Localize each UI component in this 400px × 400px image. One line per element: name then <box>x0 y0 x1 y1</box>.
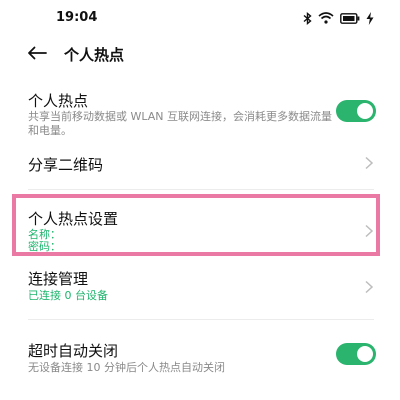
hotspot-toggle-description: 共享当前移动数据或 WLAN 互联网连接，会消耗更多数据流量和电量。 <box>28 110 333 137</box>
status-time: 19:04 <box>56 10 98 25</box>
toggle-knob <box>357 103 373 119</box>
connection-management-title: 连接管理 <box>28 270 89 288</box>
hotspot-toggle-item[interactable]: 个人热点 共享当前移动数据或 WLAN 互联网连接，会消耗更多数据流量和电量。 <box>0 86 400 146</box>
auto-off-title: 超时自动关闭 <box>28 342 119 360</box>
wifi-icon <box>318 12 334 24</box>
chevron-right-icon <box>364 155 374 170</box>
bluetooth-icon <box>303 11 312 25</box>
toggle-knob <box>357 346 373 362</box>
chevron-right-icon <box>364 279 374 294</box>
arrow-left-icon <box>27 45 47 64</box>
charging-icon <box>366 11 374 25</box>
header: 个人热点 <box>0 38 400 70</box>
status-icons <box>303 10 374 26</box>
hotspot-toggle-switch[interactable] <box>336 100 376 122</box>
battery-icon <box>340 12 360 24</box>
share-qr-title: 分享二维码 <box>28 156 104 174</box>
share-qr-item[interactable]: 分享二维码 <box>0 146 400 186</box>
section-divider <box>28 319 374 320</box>
auto-off-item[interactable]: 超时自动关闭 无设备连接 10 分钟后个人热点自动关闭 <box>0 336 400 380</box>
page-title: 个人热点 <box>64 46 125 64</box>
auto-off-description: 无设备连接 10 分钟后个人热点自动关闭 <box>28 361 225 374</box>
hotspot-toggle-title: 个人热点 <box>28 92 89 110</box>
auto-off-toggle-switch[interactable] <box>336 343 376 365</box>
highlight-box <box>12 194 380 256</box>
status-bar: 19:04 <box>0 0 400 36</box>
connection-status: 已连接 0 台设备 <box>28 289 108 302</box>
connection-management-item[interactable]: 连接管理 已连接 0 台设备 <box>0 264 400 308</box>
section-divider <box>28 189 374 190</box>
back-button[interactable] <box>24 42 50 66</box>
